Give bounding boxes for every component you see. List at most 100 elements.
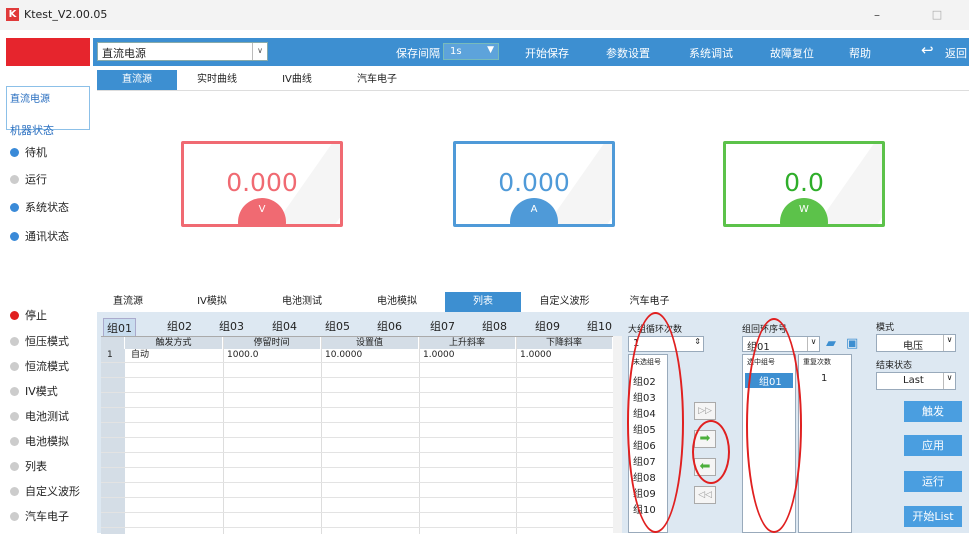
mode-select[interactable]: 电压 ∨ xyxy=(876,334,956,352)
status-label: 待机 xyxy=(25,146,47,159)
fault-reset-button[interactable]: 故障复位 xyxy=(770,45,814,61)
spinner-icon: ⇕ xyxy=(694,337,701,346)
mode-custom-wave[interactable]: 自定义波形 xyxy=(10,483,80,499)
group-tab[interactable]: 组07 xyxy=(430,318,455,334)
trigger-button[interactable]: 触发 xyxy=(904,401,962,422)
grid-line xyxy=(101,362,613,363)
mode-label: 恒流模式 xyxy=(25,360,69,373)
tab-automotive-lower[interactable]: 汽车电子 xyxy=(612,292,687,312)
status-dot-icon xyxy=(10,231,19,241)
grid-line xyxy=(223,337,224,534)
mode-list[interactable]: 列表 xyxy=(10,458,47,474)
tab-list[interactable]: 列表 xyxy=(445,292,521,312)
group-tab[interactable]: 组03 xyxy=(219,318,244,334)
open-folder-icon[interactable]: ▰ xyxy=(826,336,836,351)
tab-battery-sim[interactable]: 电池模拟 xyxy=(357,292,437,312)
grid-line xyxy=(321,337,322,534)
group-tab[interactable]: 组05 xyxy=(325,318,350,334)
grid-line xyxy=(419,337,420,534)
cell-trigger[interactable]: 自动 xyxy=(129,349,149,362)
mode-battery-test[interactable]: 电池测试 xyxy=(10,408,69,424)
end-state-label: 结束状态 xyxy=(876,361,913,371)
power-gauge: 0.0 W xyxy=(723,141,885,227)
cell-setpoint[interactable]: 10.0000 xyxy=(323,349,362,362)
mode-label: 停止 xyxy=(25,309,47,322)
status-dot-icon xyxy=(10,147,19,157)
group-tab[interactable]: 组01 xyxy=(103,318,136,338)
mode-automotive[interactable]: 汽车电子 xyxy=(10,508,69,524)
start-save-button[interactable]: 开始保存 xyxy=(525,45,569,61)
mode-dot-icon xyxy=(10,361,19,371)
mode-battery-sim[interactable]: 电池模拟 xyxy=(10,433,69,449)
group-tab[interactable]: 组08 xyxy=(482,318,507,334)
table-scrollbar[interactable] xyxy=(613,336,622,533)
apply-button[interactable]: 应用 xyxy=(904,435,962,456)
group-tab[interactable]: 组10 xyxy=(587,318,612,334)
save-icon[interactable]: ▣ xyxy=(846,336,858,351)
annotation-oval xyxy=(746,318,802,533)
mode-dot-icon xyxy=(10,486,19,496)
system-debug-button[interactable]: 系统调试 xyxy=(689,45,733,61)
cell-rise[interactable]: 1.0000 xyxy=(421,349,455,362)
minimize-button[interactable]: – xyxy=(870,8,884,22)
status-label: 运行 xyxy=(25,173,47,186)
mode-label: 汽车电子 xyxy=(25,510,69,523)
current-unit: A xyxy=(510,198,558,224)
mode-cv[interactable]: 恒压模式 xyxy=(10,333,69,349)
help-button[interactable]: 帮助 xyxy=(849,45,871,61)
row-number-header xyxy=(101,337,125,349)
sidebar: 直流电源 机器状态 待机 运行 系统状态 通讯状态 停止 恒压模式 恒流模式 I… xyxy=(6,66,90,533)
back-button[interactable]: 返回 xyxy=(945,45,967,61)
mode-stop[interactable]: 停止 xyxy=(10,307,47,323)
grid-line xyxy=(516,337,517,534)
mode-label: 恒压模式 xyxy=(25,335,69,348)
repeat-header: 重复次数 xyxy=(803,358,831,366)
tab-battery-test[interactable]: 电池测试 xyxy=(262,292,342,312)
status-dot-icon xyxy=(10,202,19,212)
repeat-count-item[interactable]: 1 xyxy=(821,373,827,384)
group-tab[interactable]: 组06 xyxy=(377,318,402,334)
mode-dot-icon xyxy=(10,461,19,471)
status-dot-icon xyxy=(10,174,19,184)
grid-line xyxy=(101,467,613,468)
repeat-count-list[interactable]: 重复次数 1 xyxy=(798,354,852,533)
mode-iv[interactable]: IV模式 xyxy=(10,383,58,399)
move-all-left-button[interactable]: ◁◁ xyxy=(694,486,716,504)
mode-label: 列表 xyxy=(25,460,47,473)
annotation-oval xyxy=(627,312,684,533)
mode-dot-icon xyxy=(10,310,19,320)
maximize-button[interactable]: □ xyxy=(930,8,944,21)
source-select[interactable]: 直流电源 ∨ xyxy=(97,42,268,61)
app-logo: K xyxy=(6,8,19,21)
back-arrow-icon[interactable]: ↩ xyxy=(921,41,934,59)
tab-dc-source-lower[interactable]: 直流源 xyxy=(97,292,159,312)
power-value: 0.0 xyxy=(784,168,824,197)
group-tab[interactable]: 组02 xyxy=(167,318,192,334)
tab-iv-curve[interactable]: IV曲线 xyxy=(257,70,337,90)
tab-custom-wave[interactable]: 自定义波形 xyxy=(527,292,602,312)
tab-automotive[interactable]: 汽车电子 xyxy=(337,70,417,90)
save-interval-select[interactable]: 1s ▼ xyxy=(443,43,499,60)
move-all-right-button[interactable]: ▷▷ xyxy=(694,402,716,420)
param-settings-button[interactable]: 参数设置 xyxy=(606,45,650,61)
start-list-button[interactable]: 开始List xyxy=(904,506,962,527)
function-tabs: 直流源 IV模拟 电池测试 电池模拟 列表 自定义波形 汽车电子 xyxy=(97,292,969,312)
end-state-select[interactable]: Last ∨ xyxy=(876,372,956,390)
mode-cc[interactable]: 恒流模式 xyxy=(10,358,69,374)
tab-realtime-curve[interactable]: 实时曲线 xyxy=(177,70,257,90)
status-running: 运行 xyxy=(10,171,47,187)
cell-fall[interactable]: 1.0000 xyxy=(518,349,552,362)
voltage-value: 0.000 xyxy=(226,168,298,197)
group-tab[interactable]: 组09 xyxy=(535,318,560,334)
cell-dwell[interactable]: 1000.0 xyxy=(225,349,259,362)
run-button[interactable]: 运行 xyxy=(904,471,962,492)
group-tab[interactable]: 组04 xyxy=(272,318,297,334)
tab-dc-source[interactable]: 直流源 xyxy=(97,70,177,90)
chevron-down-icon: ∨ xyxy=(252,43,267,60)
top-toolbar: 直流电源 ∨ 保存间隔 1s ▼ 开始保存 参数设置 系统调试 故障复位 帮助 … xyxy=(93,38,969,66)
grid-line xyxy=(101,497,613,498)
tab-iv-sim[interactable]: IV模拟 xyxy=(177,292,247,312)
main-tabs: 直流源 实时曲线 IV曲线 汽车电子 xyxy=(97,70,969,91)
voltage-gauge: 0.000 V xyxy=(181,141,343,227)
end-state-value: Last xyxy=(903,375,924,386)
